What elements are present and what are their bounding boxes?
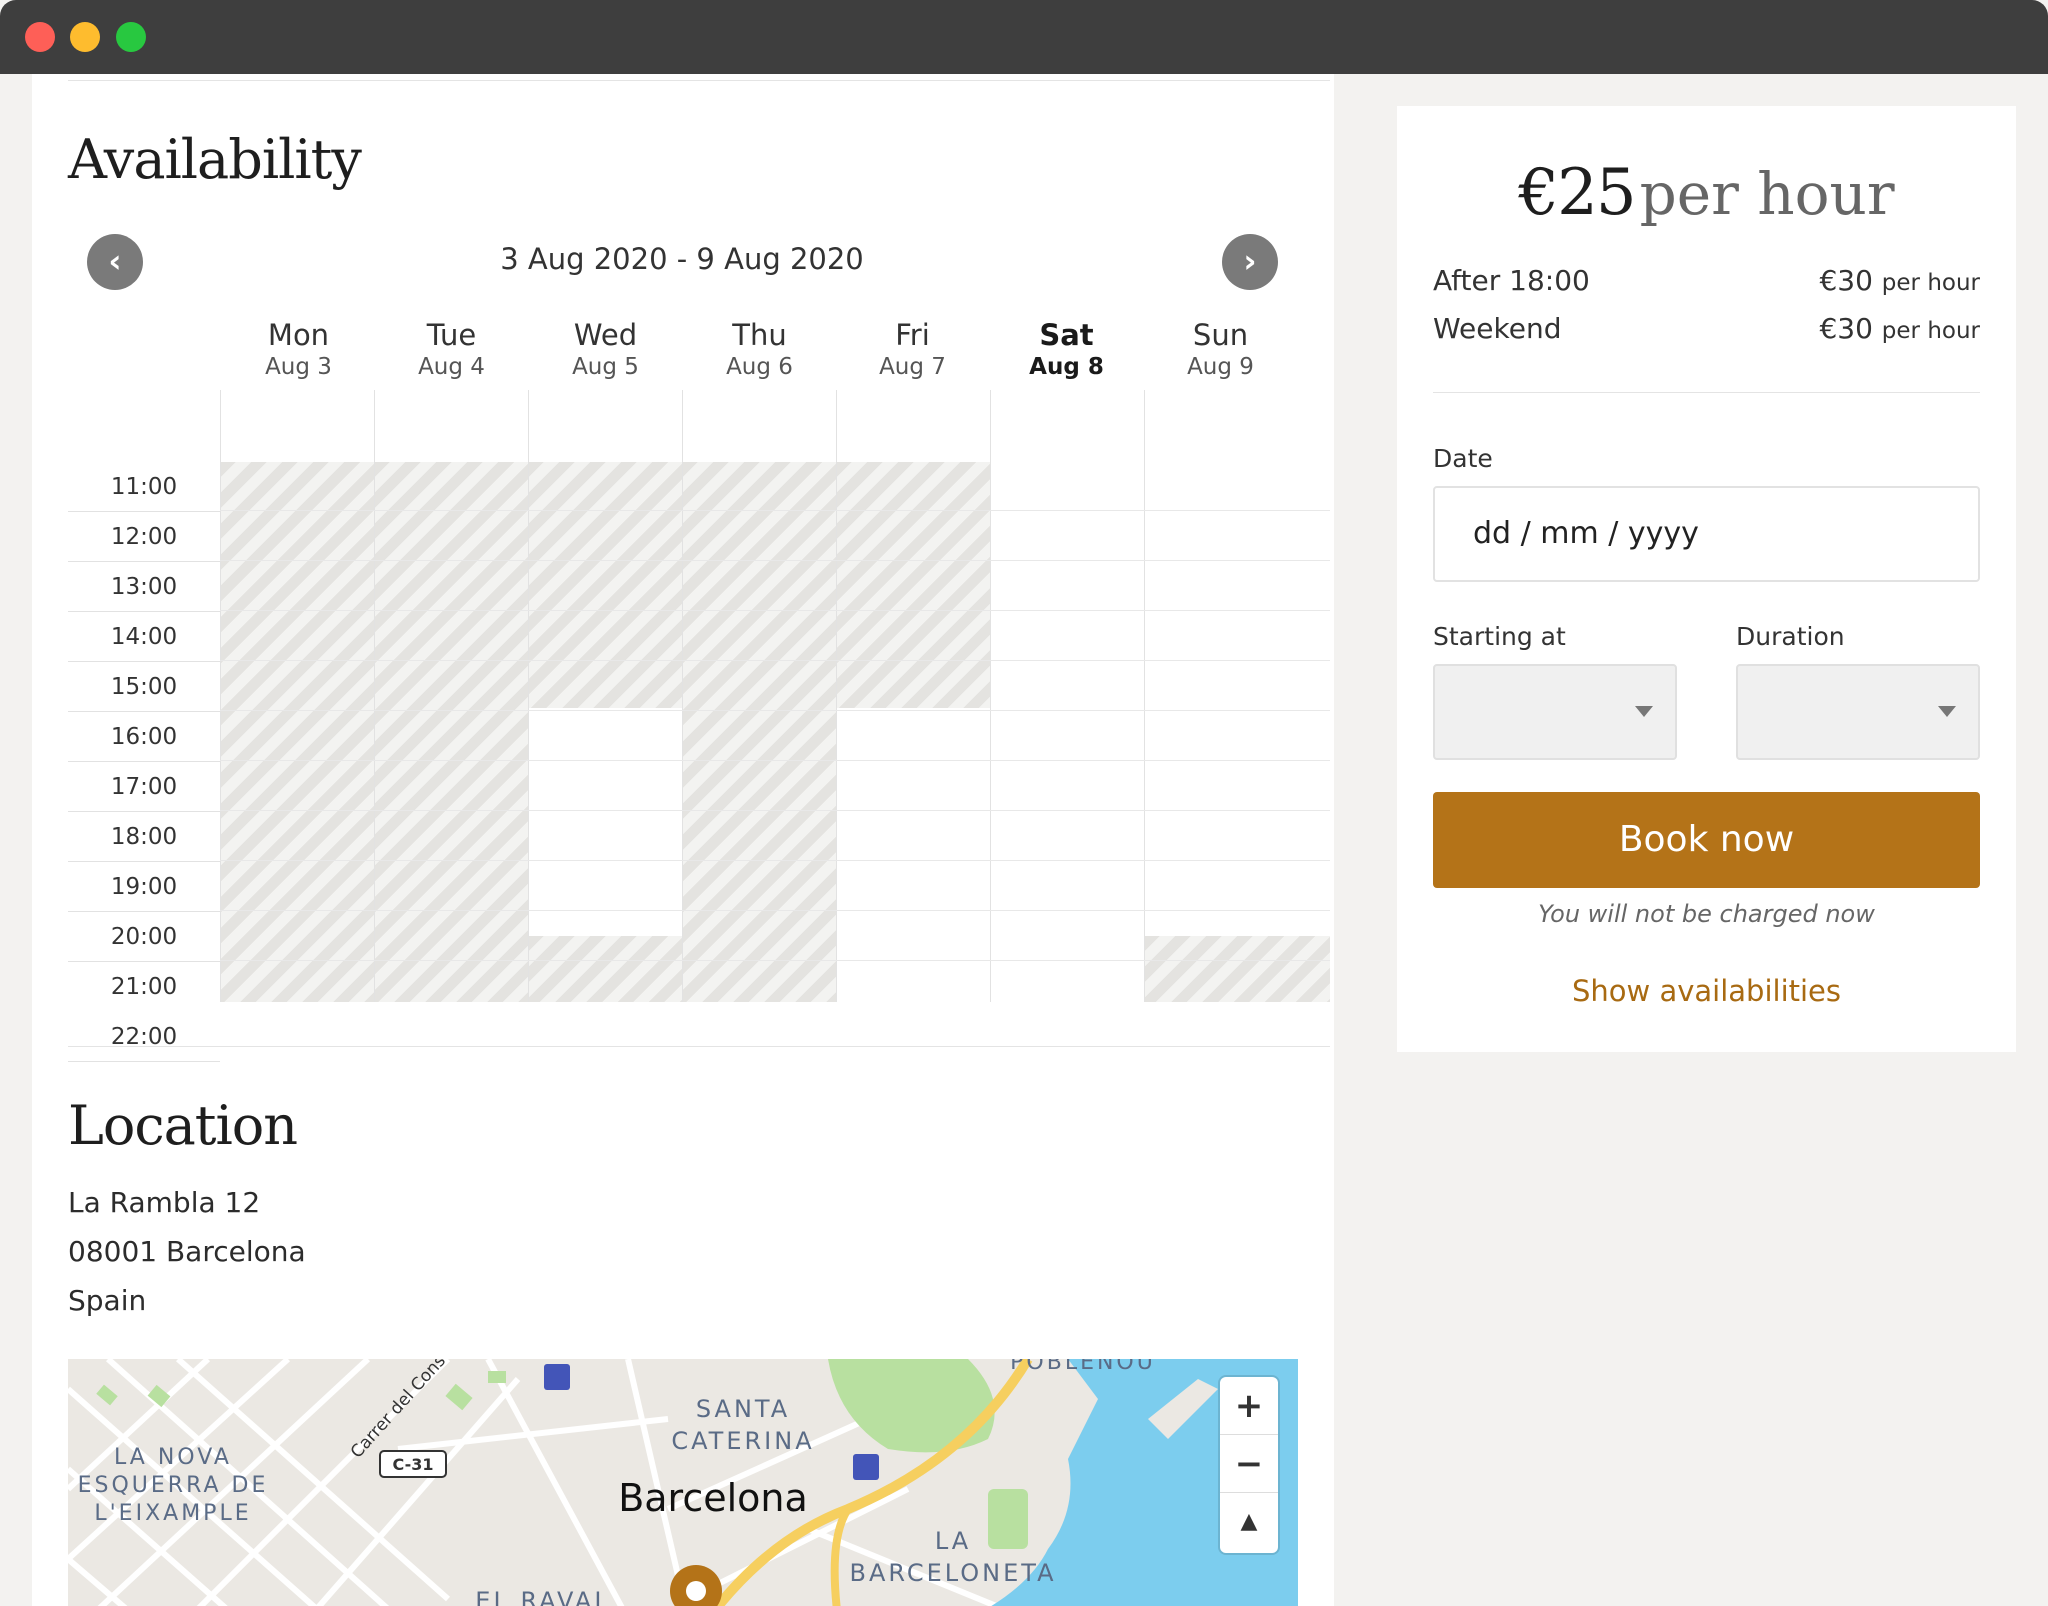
svg-text:POBLENOU: POBLENOU [1010, 1359, 1156, 1375]
day-header-fri: Fri Aug 7 [879, 318, 946, 380]
svg-text:EL RAVAL: EL RAVAL [475, 1587, 610, 1606]
map-zoom-controls: + − ▲ [1220, 1377, 1278, 1553]
day-header-sat: Sat Aug 8 [1029, 318, 1104, 380]
location-map[interactable]: C-31 SANTA CATERINA LA NOVA ESQUERRA DE … [68, 1359, 1298, 1606]
location-title: Location [68, 1094, 298, 1157]
show-availabilities-link[interactable]: Show availabilities [1397, 974, 2016, 1008]
address-city: 08001 Barcelona [68, 1235, 306, 1268]
map-canvas: C-31 SANTA CATERINA LA NOVA ESQUERRA DE … [68, 1359, 1298, 1606]
svg-text:CATERINA: CATERINA [671, 1427, 814, 1455]
availability-title: Availability [68, 128, 362, 191]
address-country: Spain [68, 1284, 147, 1317]
time-label: 14:00 [68, 612, 220, 662]
time-label: 19:00 [68, 862, 220, 912]
time-label: 11:00 [68, 462, 220, 512]
rate-value: €30 per hour [1819, 264, 1980, 297]
compass-reset-button[interactable]: ▲ [1220, 1493, 1278, 1551]
divider [68, 80, 1330, 81]
date-label: Date [1433, 444, 1493, 473]
svg-text:ESQUERRA DE: ESQUERRA DE [78, 1473, 269, 1498]
booking-card: €25 per hour After 18:00 €30 per hour We… [1397, 106, 2016, 1052]
duration-label: Duration [1736, 622, 1845, 651]
price-amount: €25 [1518, 156, 1636, 230]
price-heading: €25 per hour [1397, 156, 2016, 230]
time-label: 22:00 [68, 1012, 220, 1062]
price-unit: per hour [1639, 160, 1895, 228]
start-time-label: Starting at [1433, 622, 1566, 651]
divider [1433, 392, 1980, 393]
date-input[interactable]: dd / mm / yyyy [1433, 486, 1980, 582]
svg-text:C-31: C-31 [392, 1455, 433, 1474]
week-range-label: 3 Aug 2020 - 9 Aug 2020 [500, 242, 864, 276]
time-label: 15:00 [68, 662, 220, 712]
next-week-button[interactable]: › [1222, 234, 1278, 290]
svg-text:SANTA: SANTA [696, 1395, 790, 1423]
time-label: 21:00 [68, 962, 220, 1002]
svg-text:BARCELONETA: BARCELONETA [849, 1559, 1056, 1587]
time-label: 12:00 [68, 512, 220, 562]
dropdown-arrow-icon [1938, 706, 1956, 717]
chevron-left-icon: ‹ [108, 242, 122, 280]
listing-main-panel: Availability ‹ 3 Aug 2020 - 9 Aug 2020 ›… [32, 74, 1334, 1606]
rate-label: After 18:00 [1433, 264, 1590, 297]
zoom-out-button[interactable]: − [1220, 1435, 1278, 1493]
chevron-right-icon: › [1243, 242, 1257, 280]
time-label: 16:00 [68, 712, 220, 762]
time-label: 13:00 [68, 562, 220, 612]
day-header-thu: Thu Aug 6 [726, 318, 793, 380]
day-header-mon: Mon Aug 3 [265, 318, 332, 380]
day-header-sun: Sun Aug 9 [1187, 318, 1254, 380]
svg-text:Barcelona: Barcelona [618, 1476, 808, 1520]
maximize-window-button[interactable] [116, 22, 146, 52]
dropdown-arrow-icon [1635, 706, 1653, 717]
rate-value: €30 per hour [1819, 312, 1980, 345]
time-label: 17:00 [68, 762, 220, 812]
minimize-window-button[interactable] [70, 22, 100, 52]
zoom-in-button[interactable]: + [1220, 1377, 1278, 1435]
charge-note: You will not be charged now [1538, 900, 1875, 928]
day-header-wed: Wed Aug 5 [572, 318, 639, 380]
duration-select[interactable] [1736, 664, 1980, 760]
rate-label: Weekend [1433, 312, 1562, 345]
rate-row: Weekend €30 per hour [1433, 312, 1980, 352]
close-window-button[interactable] [25, 22, 55, 52]
start-time-select[interactable] [1433, 664, 1677, 760]
svg-text:LA NOVA: LA NOVA [114, 1445, 232, 1470]
time-label: 20:00 [68, 912, 220, 962]
divider [68, 1046, 1330, 1047]
svg-text:L'EIXAMPLE: L'EIXAMPLE [94, 1501, 251, 1526]
book-now-button[interactable]: Book now [1433, 792, 1980, 888]
window-titlebar [0, 0, 2048, 74]
prev-week-button[interactable]: ‹ [87, 234, 143, 290]
svg-text:LA: LA [935, 1527, 971, 1555]
day-header-tue: Tue Aug 4 [418, 318, 485, 380]
time-label: 18:00 [68, 812, 220, 862]
availability-calendar: 11:00 12:00 13:00 14:00 15:00 16:00 17:0… [68, 390, 1330, 1002]
rate-row: After 18:00 €30 per hour [1433, 264, 1980, 304]
address-street: La Rambla 12 [68, 1186, 261, 1219]
